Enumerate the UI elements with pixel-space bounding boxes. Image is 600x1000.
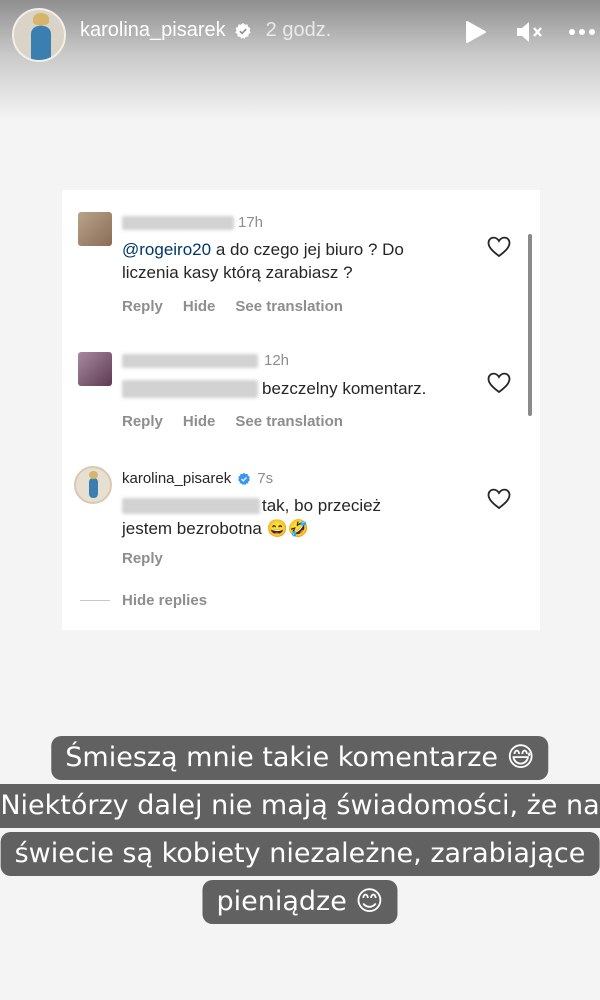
more-icon[interactable] [568, 18, 596, 46]
comment-time: 17h [238, 214, 264, 231]
commenter-username[interactable]: karolina_pisarek [122, 470, 231, 487]
caption-line: pieniądze 😊 [202, 880, 398, 924]
blurred-mention [122, 380, 258, 398]
comment-time: 7s [257, 470, 274, 487]
commenter-avatar[interactable] [74, 466, 112, 504]
comment-text: bezczelny komentarz. [262, 379, 427, 398]
commenter-avatar[interactable] [78, 212, 112, 246]
mention-link[interactable]: @rogeiro20 [122, 240, 211, 259]
play-icon[interactable] [462, 18, 490, 46]
reply-button[interactable]: Reply [122, 298, 163, 315]
hide-button[interactable]: Hide [183, 413, 216, 430]
hide-replies-button[interactable]: Hide replies [80, 592, 207, 609]
blurred-username [122, 216, 234, 230]
caption-line: świecie są kobiety niezależne, zarabiają… [0, 832, 600, 876]
story-time: 2 godz. [265, 19, 332, 41]
caption-line: Niektórzy dalej nie mają świadomości, że… [0, 784, 600, 828]
story-username[interactable]: karolina_pisarek [80, 19, 226, 42]
comment-text-part: jestem bezrobotna 😄🤣 [122, 519, 309, 538]
hide-replies-line [80, 600, 110, 601]
comment-time: 12h [264, 352, 290, 369]
comment-text-part: tak, bo przecież [262, 496, 382, 515]
blurred-username [122, 354, 258, 368]
comment-actions: Reply Hide See translation [122, 298, 343, 315]
comment-text: tak, bo przecież jestem bezrobotna 😄🤣 [122, 494, 482, 540]
caption-line: Śmieszą mnie takie komentarze 😅 [51, 736, 549, 780]
comments-card: 17h @rogeiro20 a do czego jej biuro ? Do… [62, 190, 540, 630]
comment-text-part: a do czego jej biuro ? Do [211, 240, 404, 259]
mute-icon[interactable] [514, 18, 546, 46]
avatar-figure-body [31, 26, 51, 60]
comment-text: @rogeiro20 a do czego jej biuro ? Do lic… [122, 238, 482, 284]
verified-badge-icon [234, 22, 251, 39]
avatar-figure-hair [33, 13, 49, 25]
see-translation-button[interactable]: See translation [235, 298, 343, 315]
comment-actions: Reply Hide See translation [122, 413, 343, 430]
verified-badge-icon [238, 472, 251, 485]
reply-button[interactable]: Reply [122, 413, 163, 430]
story-user-row: karolina_pisarek 2 godz. [80, 19, 331, 42]
story-header: karolina_pisarek 2 godz. [0, 0, 600, 120]
heart-icon[interactable] [487, 488, 511, 510]
comment-text-part: liczenia kasy którą zarabiasz ? [122, 263, 353, 282]
hide-button[interactable]: Hide [183, 298, 216, 315]
story-avatar[interactable] [12, 8, 66, 62]
commenter-avatar[interactable] [78, 352, 112, 386]
scrollbar[interactable] [528, 234, 532, 416]
see-translation-button[interactable]: See translation [235, 413, 343, 430]
reply-header: karolina_pisarek 7s [122, 470, 273, 487]
comment-actions: Reply [122, 550, 163, 567]
heart-icon[interactable] [487, 372, 511, 394]
heart-icon[interactable] [487, 236, 511, 258]
reply-button[interactable]: Reply [122, 550, 163, 567]
hide-replies-label: Hide replies [122, 592, 208, 609]
